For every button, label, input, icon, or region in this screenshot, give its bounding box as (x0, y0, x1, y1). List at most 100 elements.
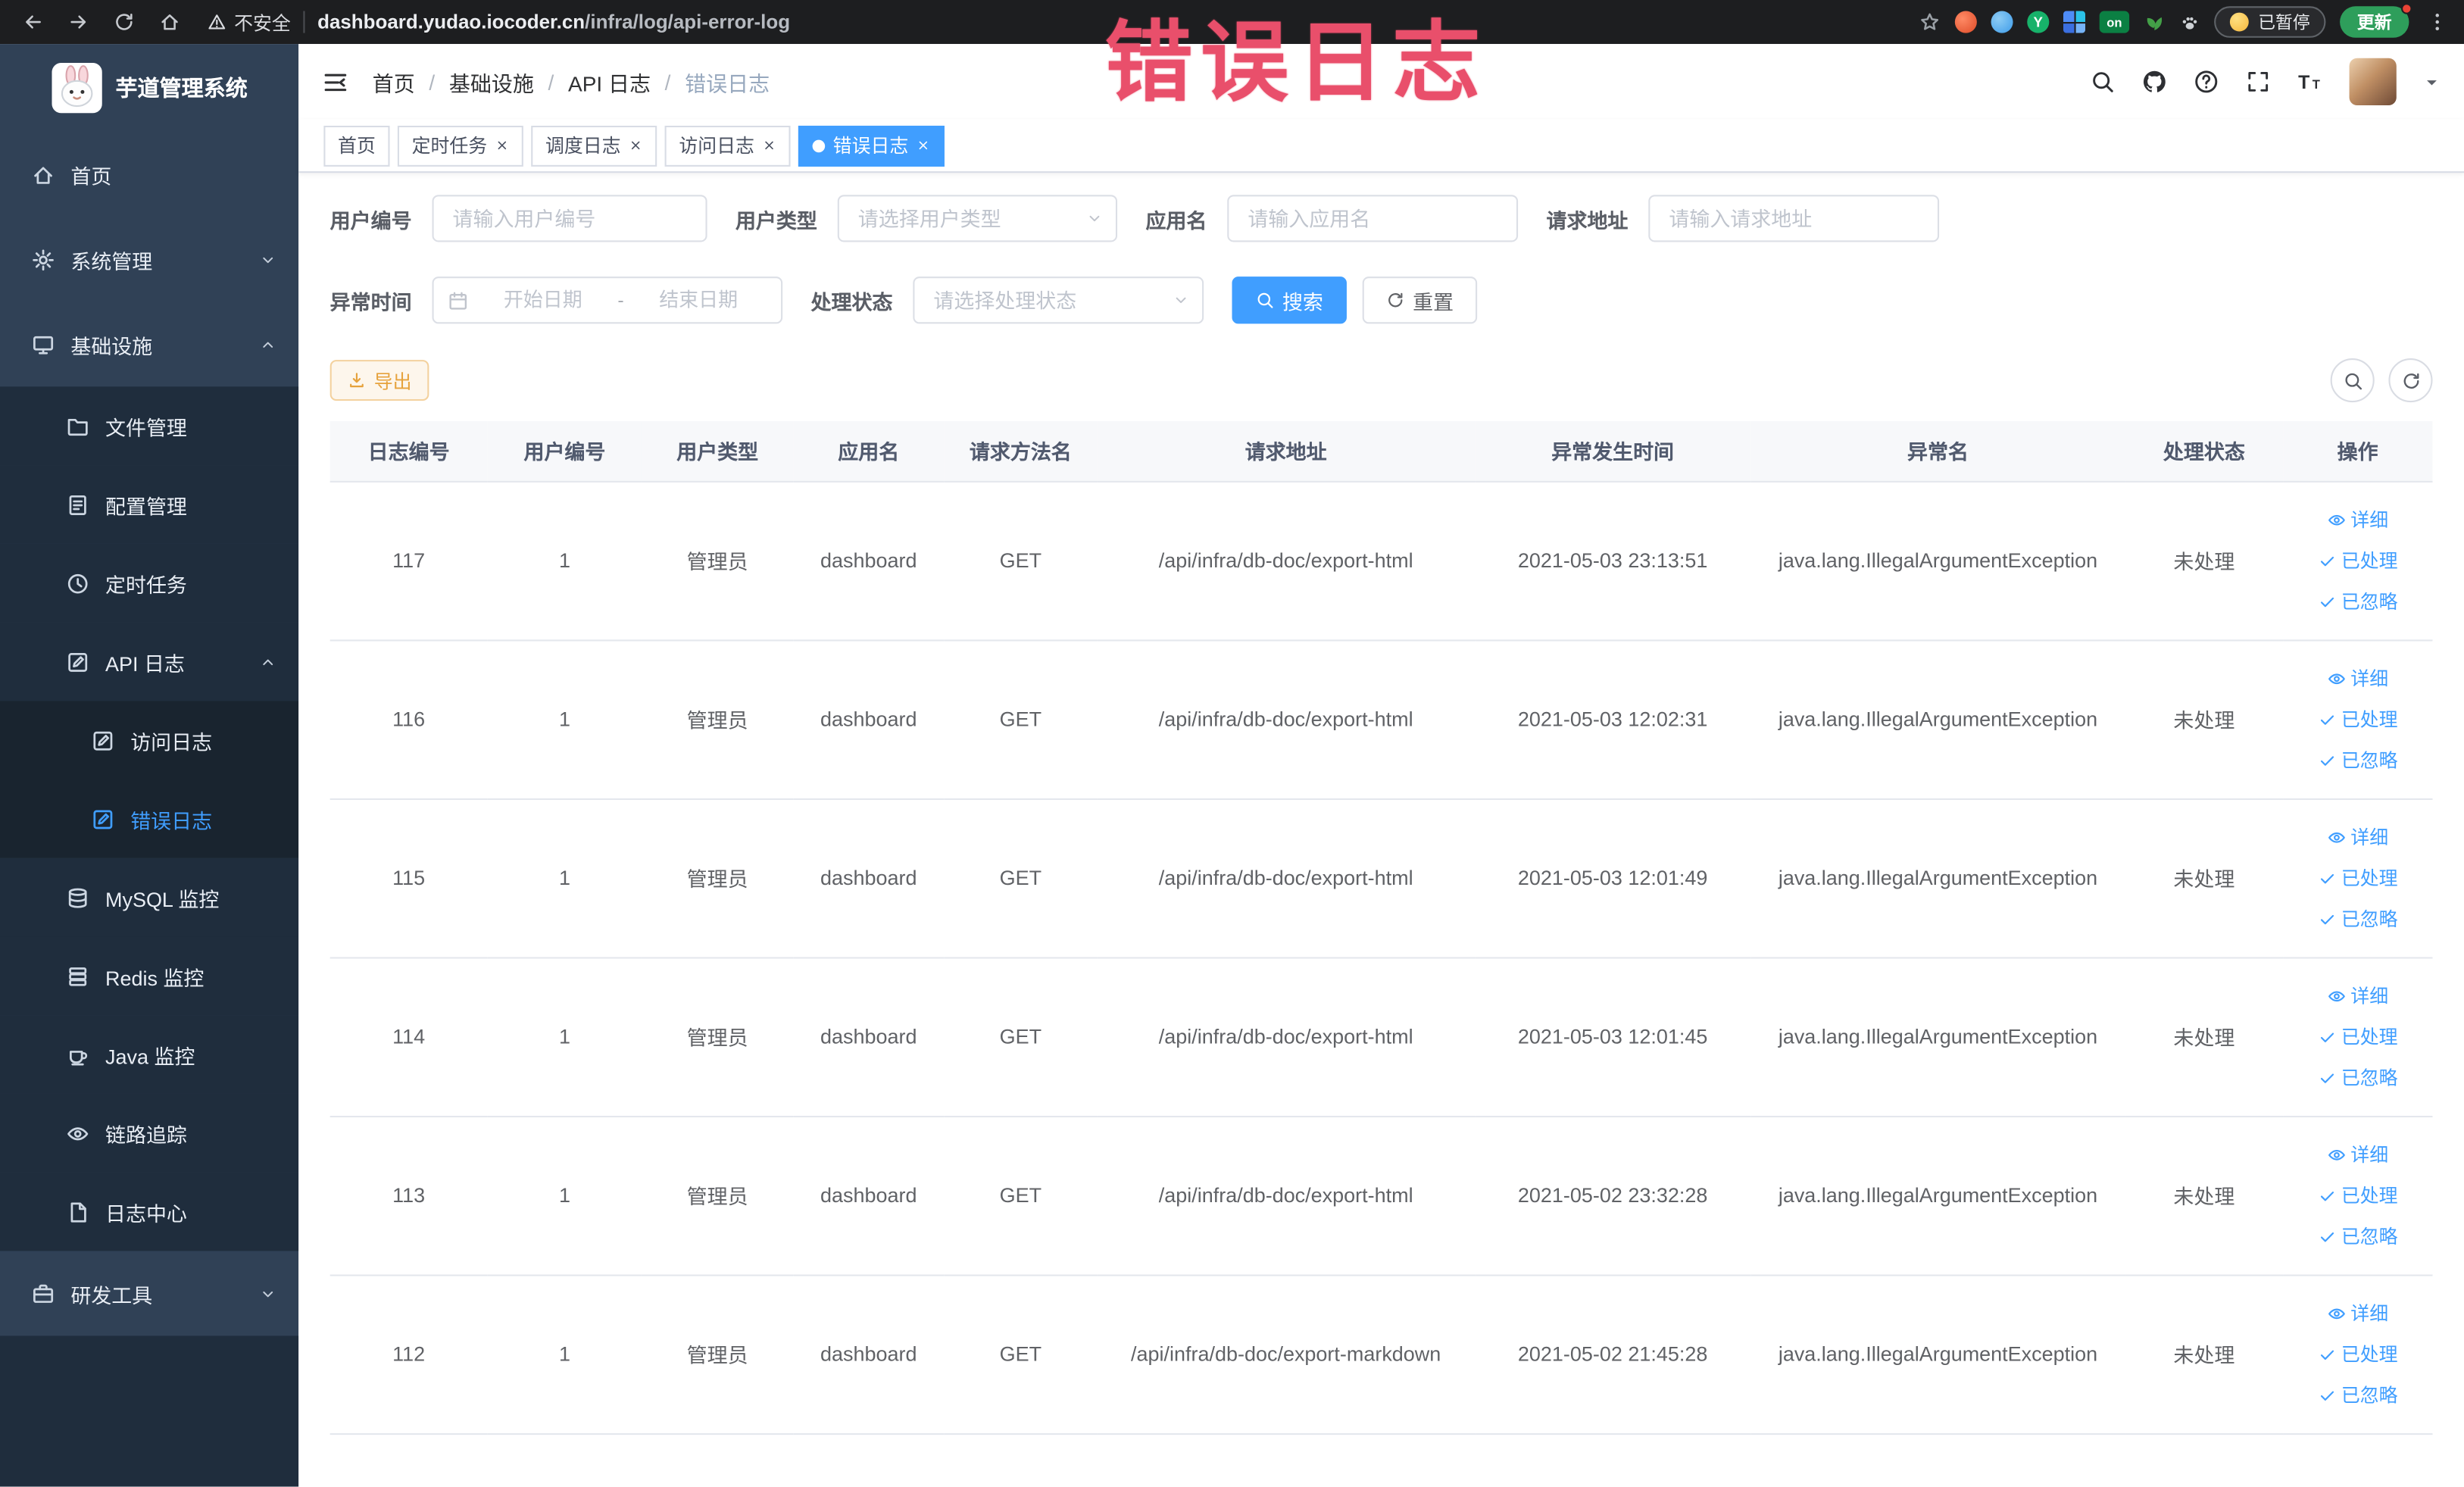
user-id-input[interactable] (432, 195, 707, 242)
cell-log-id: 113 (329, 1115, 488, 1276)
sidebar-item-system-management[interactable]: 系统管理 (0, 217, 298, 301)
row-action-processed[interactable]: 已处理 (2318, 706, 2398, 733)
back-icon[interactable] (16, 5, 51, 39)
extension-on-badge-icon[interactable]: on (2099, 11, 2130, 33)
sidebar-item-redis-monitor[interactable]: Redis 监控 (0, 936, 299, 1016)
row-action-ignored[interactable]: 已忽略 (2318, 746, 2398, 773)
search-button[interactable]: 搜索 (1232, 276, 1348, 324)
app-name-input[interactable] (1227, 195, 1519, 242)
tab-home[interactable]: 首页 (323, 124, 390, 166)
extension-red-icon[interactable] (1954, 11, 1977, 33)
close-icon[interactable] (495, 139, 510, 153)
extension-y-icon[interactable]: Y (2027, 11, 2050, 33)
breadcrumb-item[interactable]: 首页 (373, 66, 415, 97)
sidebar-item-java-monitor[interactable]: Java 监控 (0, 1015, 299, 1094)
sidebar-item-file-management[interactable]: 文件管理 (0, 386, 299, 466)
tab-access-log[interactable]: 访问日志 (664, 124, 791, 166)
doc-icon (66, 1200, 89, 1223)
help-icon[interactable] (2194, 69, 2219, 94)
row-action-detail[interactable]: 详细 (2327, 665, 2388, 692)
breadcrumb-item[interactable]: API 日志 (568, 66, 651, 97)
sidebar-item-mysql-monitor[interactable]: MySQL 监控 (0, 858, 299, 937)
column-header-exception-time: 异常发生时间 (1475, 420, 1751, 482)
sidebar-item-infrastructure[interactable]: 基础设施 (0, 301, 298, 386)
row-action-detail[interactable]: 详细 (2327, 506, 2388, 533)
screen: 不安全 dashboard.yudao.iocoder.cn/infra/log… (0, 0, 2464, 1487)
row-action-processed[interactable]: 已处理 (2318, 1341, 2398, 1367)
url-text[interactable]: dashboard.yudao.iocoder.cn/infra/log/api… (317, 11, 790, 33)
close-icon[interactable] (917, 139, 931, 153)
extension-drop-icon[interactable] (1991, 11, 2013, 33)
github-icon[interactable] (2142, 69, 2167, 94)
tab-label: 定时任务 (411, 135, 488, 158)
bookmark-star-icon[interactable] (1919, 11, 1941, 33)
fullscreen-icon[interactable] (2246, 69, 2271, 94)
browser-update-button[interactable]: 更新 (2340, 3, 2412, 38)
sidebar-item-home[interactable]: 首页 (0, 132, 298, 217)
profile-paused-badge[interactable]: 已暂停 (2214, 6, 2326, 38)
browser-menu-icon[interactable] (2426, 11, 2448, 33)
row-action-ignored[interactable]: 已忽略 (2318, 905, 2398, 932)
cell-exception-name: java.lang.IllegalArgumentException (1750, 1274, 2125, 1435)
row-action-detail[interactable]: 详细 (2327, 982, 2388, 1009)
tab-scheduled-tasks[interactable]: 定时任务 (397, 124, 523, 166)
tab-error-log[interactable]: 错误日志 (798, 124, 945, 166)
row-action-ignored[interactable]: 已忽略 (2318, 1223, 2398, 1249)
request-url-input[interactable] (1648, 195, 1940, 242)
tab-job-log[interactable]: 调度日志 (531, 124, 657, 166)
extension-leaf-icon[interactable] (2144, 11, 2166, 33)
row-action-processed[interactable]: 已处理 (2318, 1182, 2398, 1208)
app-logo[interactable]: 芋道管理系统 (0, 44, 298, 132)
row-action-ignored[interactable]: 已忽略 (2318, 1382, 2398, 1408)
sidebar-item-tracing[interactable]: 链路追踪 (0, 1093, 299, 1173)
row-action-detail[interactable]: 详细 (2327, 1300, 2388, 1326)
start-date-input[interactable] (474, 289, 612, 311)
svg-text:T: T (2313, 77, 2320, 92)
export-button[interactable]: 导出 (329, 360, 429, 401)
gear-icon (31, 248, 55, 271)
row-action-processed[interactable]: 已处理 (2318, 547, 2398, 573)
home-icon (31, 163, 55, 186)
warning-icon (208, 13, 226, 32)
extension-paw-icon[interactable] (2179, 12, 2200, 33)
sidebar-item-config-management[interactable]: 配置管理 (0, 465, 299, 544)
profile-avatar-icon (2229, 12, 2249, 32)
end-date-input[interactable] (629, 289, 767, 311)
cell-request-url: /api/infra/db-doc/export-html (1097, 480, 1476, 641)
date-range-picker[interactable]: - (432, 276, 783, 324)
sidebar-item-scheduled-tasks[interactable]: 定时任务 (0, 543, 299, 623)
row-action-processed[interactable]: 已处理 (2318, 1023, 2398, 1050)
sidebar-item-access-log[interactable]: 访问日志 (0, 701, 299, 780)
row-action-ignored[interactable]: 已忽略 (2318, 1064, 2398, 1091)
exception-time-label: 异常时间 (329, 289, 412, 314)
close-icon[interactable] (629, 139, 643, 153)
breadcrumb-item[interactable]: 基础设施 (449, 66, 534, 97)
search-icon[interactable] (2090, 69, 2115, 94)
avatar[interactable] (2349, 58, 2397, 105)
close-icon[interactable] (762, 139, 776, 153)
sidebar-collapse-icon[interactable] (322, 68, 348, 95)
refresh-button[interactable] (2388, 358, 2433, 403)
sidebar-item-log-center[interactable]: 日志中心 (0, 1172, 299, 1251)
toggle-search-button[interactable] (2330, 358, 2375, 403)
extension-grid-icon[interactable] (2063, 11, 2086, 33)
user-type-select[interactable] (837, 195, 1118, 242)
forward-icon[interactable] (61, 5, 96, 39)
process-status-select[interactable] (913, 276, 1204, 324)
sidebar-item-label: 研发工具 (70, 1282, 153, 1307)
reset-button[interactable]: 重置 (1362, 276, 1478, 324)
sidebar-item-error-log[interactable]: 错误日志 (0, 779, 299, 858)
address-bar[interactable]: 不安全 dashboard.yudao.iocoder.cn/infra/log… (208, 8, 790, 35)
sidebar-item-dev-tools[interactable]: 研发工具 (0, 1251, 298, 1335)
browser-home-icon[interactable] (152, 5, 187, 39)
reload-icon[interactable] (107, 5, 142, 39)
row-action-processed[interactable]: 已处理 (2318, 864, 2398, 891)
caret-down-icon[interactable] (2423, 73, 2441, 90)
font-size-icon[interactable]: TT (2297, 69, 2322, 94)
row-action-detail[interactable]: 详细 (2327, 1141, 2388, 1167)
column-header-app-name: 应用名 (792, 420, 945, 482)
row-action-detail[interactable]: 详细 (2327, 823, 2388, 850)
sidebar-item-api-logs[interactable]: API 日志 (0, 622, 299, 701)
row-action-ignored[interactable]: 已忽略 (2318, 588, 2398, 614)
security-indicator[interactable]: 不安全 (208, 8, 291, 35)
